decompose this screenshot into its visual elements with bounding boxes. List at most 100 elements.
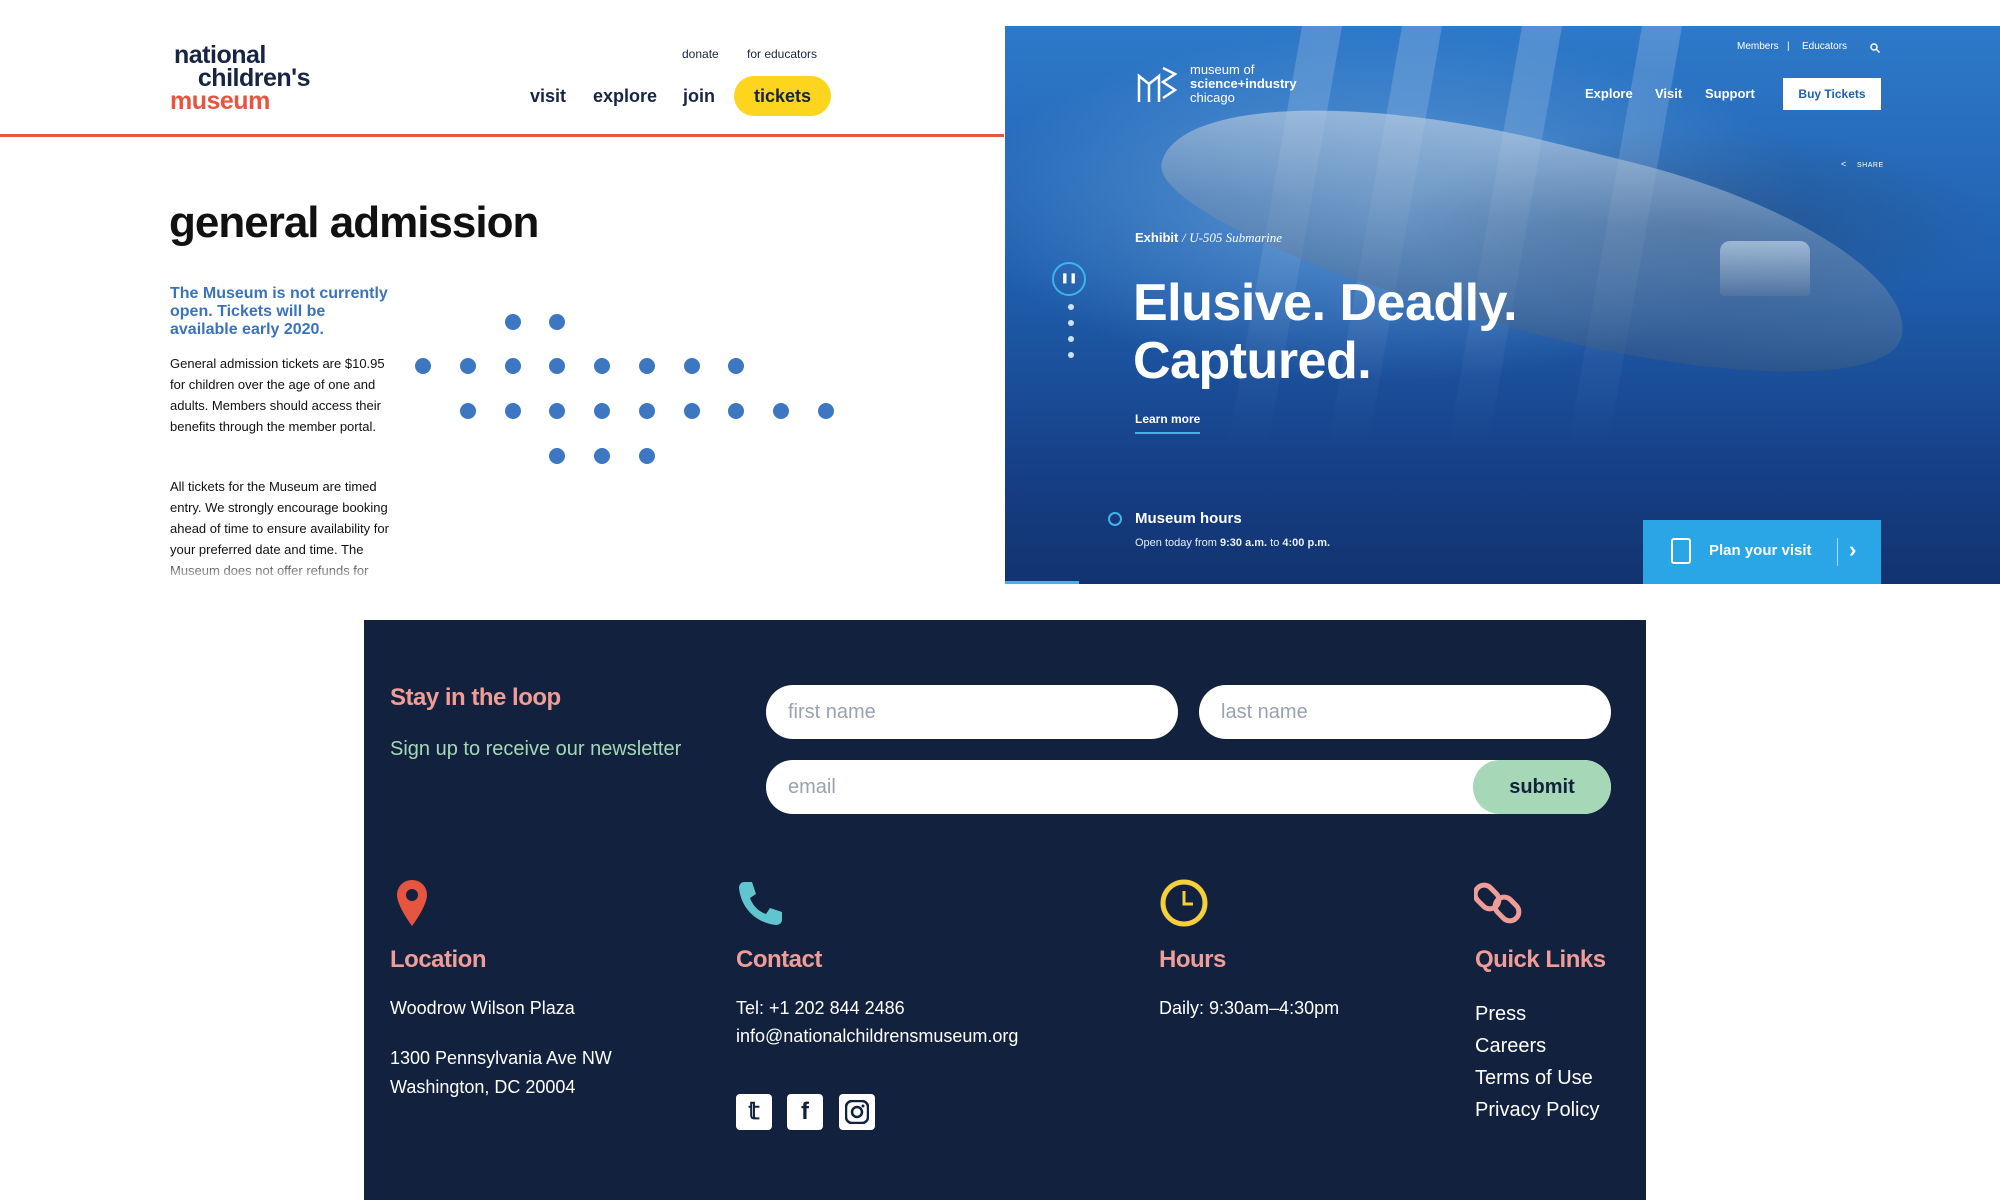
exhibit-prefix: Exhibit	[1135, 230, 1179, 245]
share-label[interactable]: SHARE	[1857, 162, 1884, 169]
hero-headline: Elusive. Deadly. Captured.	[1133, 274, 1518, 390]
slide-dot[interactable]	[1068, 352, 1074, 358]
clipboard-icon	[1671, 538, 1691, 564]
newsletter-title: Stay in the loop	[390, 684, 561, 711]
header-divider	[0, 134, 1004, 137]
quick-link-press[interactable]: Press	[1475, 998, 1599, 1030]
hours-title: Hours	[1159, 946, 1226, 973]
dot	[684, 358, 700, 374]
ncm-admission-page: national children's museum donate for ed…	[0, 0, 1004, 584]
members-link[interactable]: Members	[1737, 41, 1779, 52]
headline-line-2: Captured.	[1133, 332, 1372, 390]
chevron-right-icon: ›	[1849, 537, 1857, 562]
dot	[505, 403, 521, 419]
ncm-footer: Stay in the loop Sign up to receive our …	[364, 620, 1646, 1200]
first-name-field[interactable]: first name	[766, 685, 1178, 739]
pause-icon[interactable]: ❚❚	[1052, 262, 1086, 296]
nav-explore[interactable]: explore	[593, 86, 657, 107]
slide-progress-bar	[1005, 581, 1079, 584]
learn-more-link[interactable]: Learn more	[1135, 412, 1201, 434]
hours-text: Daily: 9:30am–4:30pm	[1159, 998, 1340, 1018]
dot	[549, 314, 565, 330]
pricing-paragraph: General admission tickets are $10.95 for…	[170, 356, 385, 434]
nav-support[interactable]: Support	[1705, 86, 1755, 101]
nav-visit[interactable]: Visit	[1655, 86, 1682, 101]
dot	[460, 403, 476, 419]
submarine-tower-image	[1720, 241, 1810, 296]
exhibit-title: U-505 Submarine	[1189, 230, 1283, 245]
dot	[639, 448, 655, 464]
dot	[818, 403, 834, 419]
headline-line-1: Elusive. Deadly.	[1133, 274, 1518, 332]
text-fade	[160, 560, 420, 584]
dot	[505, 314, 521, 330]
contact-title: Contact	[736, 946, 822, 973]
nav-join[interactable]: join	[683, 86, 715, 107]
dot	[549, 358, 565, 374]
logo-text-line-3: chicago	[1190, 90, 1235, 105]
button-divider	[1837, 538, 1838, 566]
dot	[505, 358, 521, 374]
donate-link[interactable]: donate	[682, 47, 719, 61]
slide-dot[interactable]	[1068, 304, 1074, 310]
buy-tickets-button[interactable]: Buy Tickets	[1783, 78, 1881, 110]
search-icon[interactable]	[1870, 43, 1880, 53]
share-icon[interactable]: <	[1841, 159, 1846, 169]
plan-visit-button[interactable]: Plan your visit ›	[1643, 520, 1881, 584]
hours-subtitle: Open today from 9:30 a.m. to 4:00 p.m.	[1135, 537, 1330, 549]
last-name-field[interactable]: last name	[1199, 685, 1611, 739]
dot	[594, 358, 610, 374]
logo-line-3: museum	[170, 87, 270, 115]
location-title: Location	[390, 946, 487, 973]
closure-notice: The Museum is not currently open. Ticket…	[170, 285, 388, 338]
quick-links-title: Quick Links	[1475, 946, 1606, 973]
msi-homepage: museum of science+industry chicago Membe…	[1005, 26, 2000, 584]
hours-to: to	[1270, 537, 1280, 549]
logo-text-line-1: museum of	[1190, 62, 1255, 77]
dot	[773, 403, 789, 419]
dot	[728, 358, 744, 374]
educators-link[interactable]: Educators	[1802, 41, 1847, 52]
educators-link[interactable]: for educators	[747, 47, 817, 61]
clock-icon	[1108, 512, 1122, 526]
ncm-logo[interactable]: national children's museum	[170, 43, 311, 115]
quick-links-list: Press Careers Terms of Use Privacy Polic…	[1475, 998, 1599, 1126]
dot	[639, 403, 655, 419]
msi-logo-mark[interactable]	[1135, 62, 1179, 106]
hours-prefix: Open today from	[1135, 537, 1217, 549]
exhibit-separator: /	[1181, 230, 1186, 245]
twitter-icon[interactable]: 𝕥	[736, 1094, 772, 1130]
quick-link-privacy[interactable]: Privacy Policy	[1475, 1094, 1599, 1126]
location-line-2: 1300 Pennsylvania Ave NW	[390, 1048, 612, 1068]
nav-explore[interactable]: Explore	[1585, 86, 1633, 101]
util-separator: |	[1787, 41, 1790, 52]
facebook-icon[interactable]: f	[787, 1094, 823, 1130]
location-line-1: Woodrow Wilson Plaza	[390, 998, 575, 1018]
quick-link-terms[interactable]: Terms of Use	[1475, 1062, 1599, 1094]
instagram-glyph	[845, 1100, 869, 1124]
dot	[639, 358, 655, 374]
tickets-button[interactable]: tickets	[734, 76, 831, 116]
dot	[415, 358, 431, 374]
contact-phone[interactable]: Tel: +1 202 844 2486	[736, 994, 905, 1022]
dot	[549, 448, 565, 464]
clock-icon	[1160, 879, 1208, 927]
dot	[460, 358, 476, 374]
newsletter-subtitle: Sign up to receive our newsletter	[390, 738, 682, 760]
instagram-icon[interactable]	[839, 1094, 875, 1130]
nav-visit[interactable]: visit	[530, 86, 566, 107]
contact-email[interactable]: info@nationalchildrensmuseum.org	[736, 1022, 1018, 1050]
slide-dot[interactable]	[1068, 336, 1074, 342]
exhibit-label: Exhibit / U-505 Submarine	[1135, 230, 1282, 246]
submit-button[interactable]: submit	[1473, 760, 1611, 814]
link-icon	[1474, 882, 1522, 924]
dot	[549, 403, 565, 419]
phone-icon[interactable]	[736, 878, 786, 928]
dot	[728, 403, 744, 419]
msi-logo-text[interactable]: museum of science+industry chicago	[1190, 63, 1297, 105]
quick-link-careers[interactable]: Careers	[1475, 1030, 1599, 1062]
plan-visit-label: Plan your visit	[1709, 542, 1812, 559]
dot	[684, 403, 700, 419]
slide-dot[interactable]	[1068, 320, 1074, 326]
hours-close: 4:00 p.m.	[1282, 537, 1331, 549]
